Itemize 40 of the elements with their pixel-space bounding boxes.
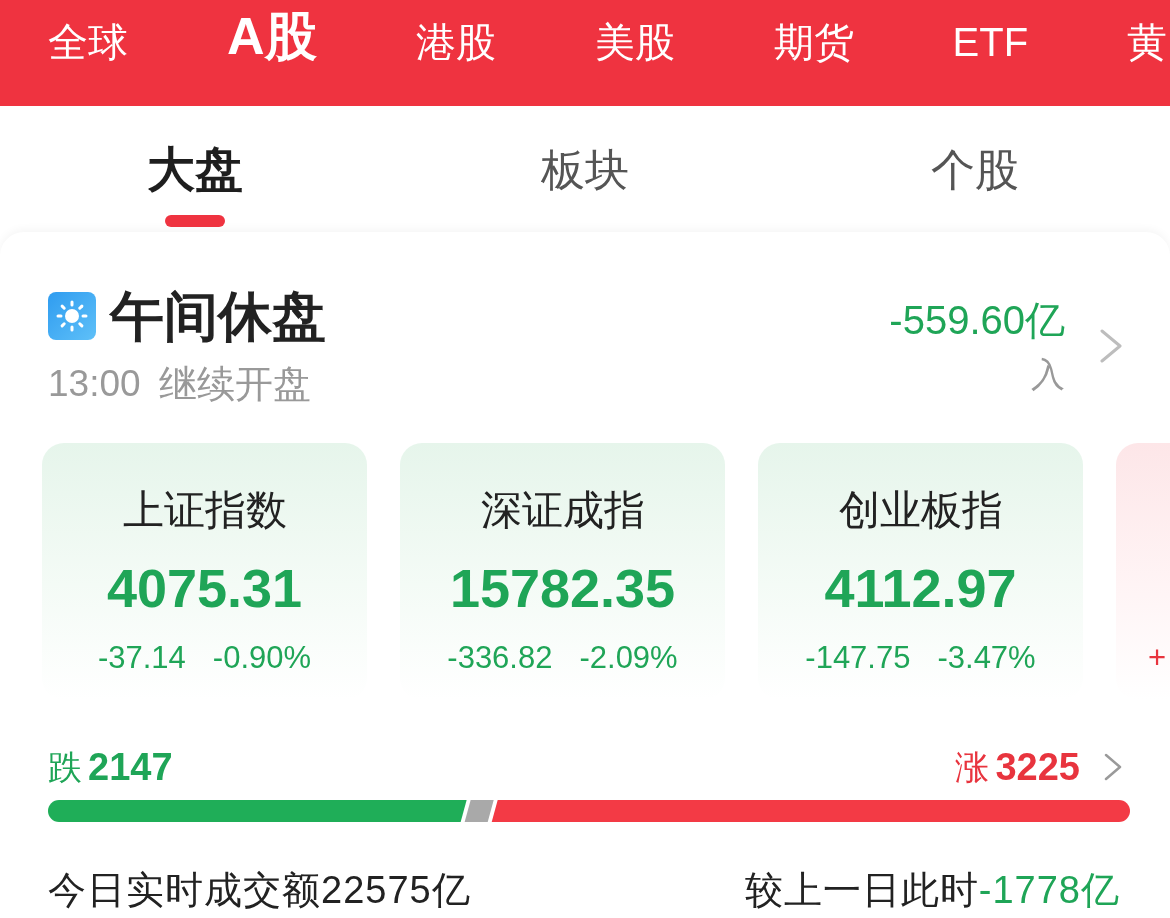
session-title: 午间休盘 — [110, 286, 326, 346]
index-name: 创业板指 — [838, 486, 1003, 535]
advance-count: 3225 — [995, 745, 1080, 789]
index-card[interactable]: + — [1116, 443, 1170, 700]
market-tab[interactable]: ETF — [952, 17, 1029, 67]
sub-tab[interactable]: 大盘 — [147, 106, 243, 232]
tab-indicator — [165, 215, 225, 227]
index-change: -336.82 — [447, 639, 553, 677]
chevron-icon[interactable] — [1100, 329, 1122, 363]
index-change: -37.14 — [97, 639, 186, 677]
net-flow-label: 入 — [1031, 354, 1065, 394]
resume-status: 继续开盘 — [158, 362, 311, 406]
market-tab[interactable]: 期货 — [773, 17, 854, 67]
turnover-compare-value: -1778亿 — [978, 868, 1120, 913]
decline-count: 2147 — [88, 745, 173, 789]
index-name: 上证指数 — [122, 486, 287, 535]
advance-label: 涨 — [955, 747, 990, 788]
sub-tab[interactable]: 个股 — [931, 106, 1019, 232]
resume-time: 13:00 — [48, 362, 141, 406]
index-change: + — [1148, 639, 1167, 677]
turnover-total: 今日实时成交额22575亿 — [48, 868, 471, 913]
net-flow-value: -559.60亿 — [889, 298, 1065, 342]
index-value: 15782.35 — [449, 557, 676, 620]
sun-icon — [48, 292, 96, 340]
index-value: 4112.97 — [824, 557, 1017, 620]
index-percent: -2.09% — [579, 639, 678, 677]
market-tab[interactable]: 美股 — [594, 17, 675, 67]
index-value: 4075.31 — [106, 557, 303, 620]
turnover-compare-label: 较上一日此时 — [744, 868, 979, 913]
market-tab[interactable]: 港股 — [415, 17, 496, 67]
index-percent: -0.90% — [212, 639, 312, 677]
market-tab[interactable]: A股 — [227, 6, 317, 66]
sub-tab[interactable]: 板块 — [541, 106, 629, 232]
index-change: -147.75 — [805, 639, 911, 677]
index-name: 深证成指 — [480, 486, 645, 535]
market-tab[interactable]: 全球 — [48, 17, 128, 67]
chevron-icon[interactable] — [1104, 753, 1122, 781]
decline-label: 跌 — [48, 747, 82, 788]
market-tab[interactable]: 黄 — [1127, 17, 1168, 67]
index-percent: -3.47% — [937, 639, 1036, 677]
